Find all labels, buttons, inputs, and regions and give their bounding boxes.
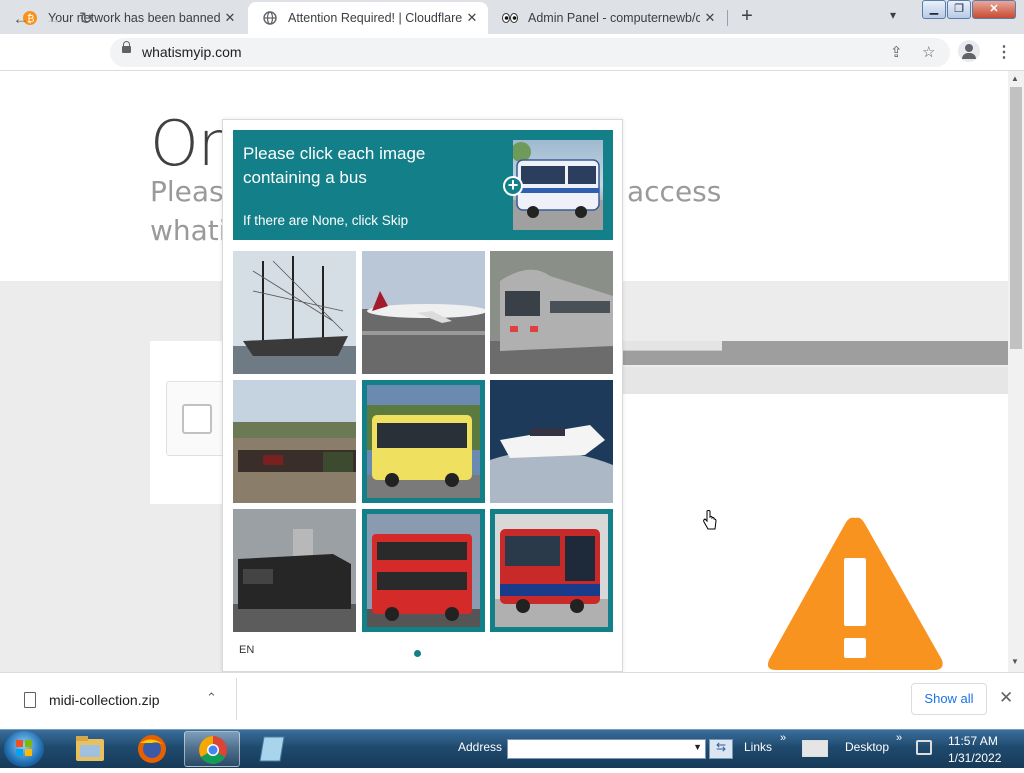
captcha-tile-train[interactable] — [233, 509, 356, 632]
minimize-button[interactable]: ▁ — [922, 0, 946, 19]
new-tab-button[interactable]: + — [736, 6, 758, 28]
desktop-label[interactable]: Desktop — [845, 740, 889, 754]
language-selector[interactable]: EN — [239, 644, 254, 656]
captcha-tile-train[interactable] — [233, 380, 356, 503]
banner-bar — [622, 341, 1008, 365]
captcha-tile-boat[interactable] — [490, 380, 613, 503]
captcha-tile-bus-selected[interactable] — [362, 380, 485, 503]
address-label: Address — [458, 740, 503, 754]
tab-admin-panel[interactable]: Admin Panel - computernewb/co ✕ — [488, 2, 726, 34]
show-all-button[interactable]: Show all — [911, 683, 987, 715]
close-icon[interactable]: ✕ — [462, 10, 482, 26]
captcha-tile-bus-selected[interactable] — [490, 509, 613, 632]
tab-search-dropdown-icon[interactable]: ▾ — [890, 8, 896, 22]
tab-title: Attention Required! | Cloudflare — [288, 11, 462, 25]
captcha-image-grid — [233, 251, 614, 632]
close-downloads-icon[interactable]: ✕ — [999, 688, 1013, 708]
download-filename[interactable]: midi-collection.zip — [49, 692, 159, 708]
file-icon — [24, 692, 36, 708]
keyboard-icon[interactable] — [802, 740, 828, 757]
captcha-tile-ship[interactable] — [233, 251, 356, 374]
eyes-icon — [502, 10, 518, 26]
prompt-text: Please click each image containing a bus — [243, 144, 426, 187]
captcha-dialog: Please click each image containing a bus… — [222, 119, 623, 672]
back-icon[interactable]: ← — [10, 8, 32, 30]
network-tray-icon[interactable] — [916, 740, 932, 755]
profile-icon[interactable] — [958, 40, 980, 62]
tab-title: Admin Panel - computernewb/co — [528, 11, 700, 25]
tab-title: Your network has been banned fr — [48, 11, 220, 25]
vertical-scrollbar[interactable]: ▲ ▼ — [1008, 71, 1024, 672]
page-indicator-dot — [414, 650, 421, 657]
chevron-up-icon[interactable]: ⌃ — [206, 690, 217, 706]
go-arrow-icon[interactable]: ⇆ — [709, 739, 733, 759]
chrome-taskbar-icon[interactable] — [184, 731, 240, 767]
notepad-taskbar-icon[interactable] — [246, 731, 302, 767]
captcha-prompt: Please click each image containing a bus… — [233, 130, 613, 240]
captcha-checkbox[interactable] — [182, 404, 212, 434]
captcha-tile-airplane[interactable] — [362, 251, 485, 374]
window-controls: ▁ ❐ ✕ — [922, 0, 1017, 19]
downloads-divider — [236, 678, 237, 720]
scroll-up-icon[interactable]: ▲ — [1011, 74, 1019, 83]
lock-icon[interactable] — [122, 41, 131, 53]
desktop-expand-icon[interactable]: » — [896, 732, 902, 744]
prompt-skip-hint: If there are None, click Skip — [243, 213, 409, 228]
sample-bus-image — [513, 140, 603, 230]
firefox-taskbar-icon[interactable] — [124, 731, 180, 767]
captcha-tile-bus-selected[interactable] — [362, 509, 485, 632]
clock-time[interactable]: 11:57 AM — [948, 734, 998, 748]
captcha-tile-train[interactable] — [490, 251, 613, 374]
clock-date[interactable]: 1/31/2022 — [948, 751, 1001, 765]
menu-icon[interactable]: ⋮ — [996, 42, 1012, 62]
star-icon[interactable]: ☆ — [922, 43, 935, 61]
explorer-taskbar-icon[interactable] — [62, 731, 118, 767]
tab-cloudflare[interactable]: Attention Required! | Cloudflare ✕ — [248, 2, 488, 34]
links-label[interactable]: Links — [744, 740, 772, 754]
url-text[interactable]: whatismyip.com — [142, 44, 242, 60]
tab-divider — [727, 10, 728, 26]
warning-icon — [767, 517, 943, 670]
omnibox[interactable]: whatismyip.com ⇪ ☆ — [110, 38, 950, 67]
share-icon[interactable]: ⇪ — [890, 43, 903, 61]
hand-cursor-icon — [703, 510, 717, 530]
globe-icon — [262, 10, 278, 26]
close-icon[interactable]: ✕ — [700, 10, 720, 26]
forward-icon[interactable]: → — [42, 8, 64, 30]
reload-icon[interactable]: ↻ — [75, 8, 97, 30]
scrollbar-thumb[interactable] — [1010, 87, 1022, 349]
add-sample-icon: + — [503, 176, 523, 196]
banner-shadow — [622, 367, 1008, 397]
taskbar-address-input[interactable]: ▼ — [507, 739, 706, 759]
window-close-button[interactable]: ✕ — [972, 0, 1016, 19]
links-expand-icon[interactable]: » — [780, 732, 786, 744]
page-subtitle-right: access — [627, 175, 722, 208]
scroll-down-icon[interactable]: ▼ — [1011, 657, 1019, 666]
close-icon[interactable]: ✕ — [220, 10, 240, 26]
restore-button[interactable]: ❐ — [947, 0, 971, 19]
start-button[interactable] — [4, 731, 44, 767]
dropdown-arrow-icon[interactable]: ▼ — [693, 742, 702, 752]
